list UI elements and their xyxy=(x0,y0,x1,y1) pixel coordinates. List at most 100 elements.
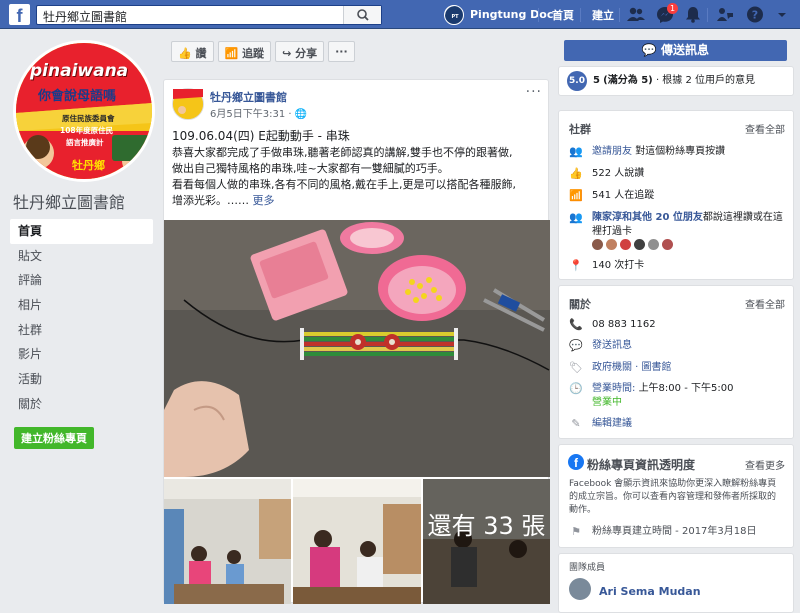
cover-text-4: 108年度原住民 xyxy=(60,126,114,135)
friend-requests-icon[interactable] xyxy=(627,6,645,23)
sidebar-item-videos[interactable]: 影片 xyxy=(10,342,153,367)
friend-avatars xyxy=(592,239,676,253)
home-link[interactable]: 首頁 xyxy=(552,7,574,23)
invite-friends-icon: 👥 xyxy=(569,145,583,158)
pencil-icon: ✎ xyxy=(571,417,581,430)
created-date: 粉絲專頁建立時間 - 2017年3月18日 xyxy=(592,526,757,537)
create-page-button[interactable]: 建立粉絲專頁 xyxy=(14,427,94,449)
cover-text-2: 你會說母語嗎 xyxy=(38,89,117,104)
profile-link[interactable]: PT Pingtung Doc xyxy=(444,4,553,25)
invite-friends-link[interactable]: 邀請朋友 xyxy=(592,146,632,157)
divider xyxy=(619,8,620,22)
team-members-card: 團隊成員 Ari Sema Mudan xyxy=(558,553,794,613)
sidebar-item-reviews[interactable]: 評論 xyxy=(10,268,153,293)
search-button[interactable] xyxy=(343,6,381,24)
beaded-bracelet-photo xyxy=(164,220,550,477)
page-title[interactable]: 牡丹鄉立圖書館 xyxy=(13,189,125,213)
hours-label[interactable]: 營業時間: xyxy=(592,383,635,394)
friends-link[interactable]: 陳家淳和其他 20 位朋友 xyxy=(592,212,703,223)
sidebar-item-posts[interactable]: 貼文 xyxy=(10,244,153,269)
hours-row: 🕒 營業時間: 上午8:00 - 下午5:00 營業中 xyxy=(569,382,733,410)
category-row: 🏷 政府機關 · 圖書館 xyxy=(569,361,672,375)
phone-number[interactable]: 08 883 1162 xyxy=(592,318,656,332)
transparency-title: 粉絲專頁資訊透明度 xyxy=(587,458,696,472)
like-label: 讚 xyxy=(195,47,207,60)
send-message-label: 傳送訊息 xyxy=(661,43,710,57)
sidebar-item-home[interactable]: 首頁 xyxy=(10,219,153,244)
account-menu-dropdown-icon[interactable] xyxy=(776,6,788,23)
tag-icon: 🏷 xyxy=(569,361,583,374)
thumbnail-photo-3[interactable]: 還有 33 張 xyxy=(423,479,550,604)
about-see-all-link[interactable]: 查看全部 xyxy=(745,296,785,311)
post-card: 牡丹鄉立圖書館 6月5日下午3:31 · 🌐 ··· 109.06.04(四) … xyxy=(163,79,550,604)
post-body: 恭喜大家都完成了手做串珠,聽著老師認真的講解,雙手也不停的跟著做, 做出自己獨特… xyxy=(172,145,542,209)
member-avatar[interactable] xyxy=(569,578,591,600)
more-photos-overlay[interactable]: 還有 33 張 xyxy=(423,479,550,604)
like-button[interactable]: 👍 讚 xyxy=(171,41,214,62)
friend-avatar[interactable] xyxy=(592,239,603,250)
thumbnail-photo-2[interactable] xyxy=(293,479,421,604)
community-card: 社群 查看全部 👥 邀請朋友 對這個粉絲專頁按讚 👍 522 人說讚 📶 541… xyxy=(558,110,794,280)
post-options-icon[interactable]: ··· xyxy=(526,84,542,100)
help-question-icon[interactable]: ? xyxy=(746,6,764,23)
post-author-avatar[interactable] xyxy=(172,88,204,120)
community-see-all-link[interactable]: 查看全部 xyxy=(745,121,785,136)
sidebar-item-community[interactable]: 社群 xyxy=(10,318,153,343)
sidebar-item-about[interactable]: 關於 xyxy=(10,392,153,417)
messenger-icon: 💬 xyxy=(641,43,662,57)
rating-source: · 根據 2 位用戶的意見 xyxy=(655,75,756,86)
search-input-value: 牡丹鄉立圖書館 xyxy=(43,10,128,24)
about-card: 關於 查看全部 📞 08 883 1162 💬 發送訊息 🏷 政府機關 · 圖書… xyxy=(558,285,794,439)
notifications-bell-icon[interactable] xyxy=(684,6,702,23)
post-photo-thumbnails: 還有 33 張 xyxy=(164,479,550,604)
send-message-button[interactable]: 💬 傳送訊息 xyxy=(564,40,787,61)
transparency-see-more-link[interactable]: 查看更多 xyxy=(745,457,785,472)
cover-text-6: 牡丹鄉 xyxy=(72,159,105,172)
create-link[interactable]: 建立 xyxy=(592,7,614,23)
post-timestamp[interactable]: 6月5日下午3:31 · 🌐 xyxy=(210,105,307,120)
more-options-button[interactable]: ··· xyxy=(328,41,355,62)
post-author-name[interactable]: 牡丹鄉立圖書館 xyxy=(210,89,287,105)
friend-avatar[interactable] xyxy=(662,239,673,250)
transparency-desc-line: 動作。 xyxy=(569,505,597,515)
help-people-icon[interactable] xyxy=(716,6,734,23)
page-profile-picture[interactable]: pinaiwana 你會說母語嗎 原住民族委員會 108年度原住民 語言推廣計 … xyxy=(13,40,155,182)
transparency-description: Facebook 會顯示資訊來協助你更深入瞭解粉絲專頁 的成立宗旨。你可以查看內… xyxy=(569,478,776,517)
sidebar-item-photos[interactable]: 相片 xyxy=(10,293,153,318)
post-body-line-last: 增添光彩。…… 更多 xyxy=(172,193,542,209)
divider xyxy=(580,8,581,22)
send-message-row: 💬 發送訊息 xyxy=(569,339,632,353)
share-icon: ↪ xyxy=(282,47,296,60)
post-body-line: 看看每個人做的串珠,各有不同的風格,戴在手上,更是可以搭配各種服飾, xyxy=(172,178,516,191)
see-more-link[interactable]: 更多 xyxy=(253,194,275,207)
share-button[interactable]: ↪ 分享 xyxy=(275,41,325,62)
sidebar-nav: 首頁 貼文 評論 相片 社群 影片 活動 關於 xyxy=(10,219,153,417)
member-name-link[interactable]: Ari Sema Mudan xyxy=(599,585,701,598)
post-time-text: 6月5日下午3:31 · xyxy=(210,109,295,120)
likes-count: 522 人說讚 xyxy=(592,168,645,179)
thumbnail-photo-1[interactable] xyxy=(164,479,291,604)
sidebar-item-events[interactable]: 活動 xyxy=(10,367,153,392)
friend-avatar[interactable] xyxy=(648,239,659,250)
svg-text:PT: PT xyxy=(451,14,459,20)
follow-icon: 📶 xyxy=(224,47,243,60)
top-navigation-bar: f 牡丹鄉立圖書館 PT Pingtung Doc 首頁 建立 1 ? xyxy=(0,0,800,29)
profile-name: Pingtung Doc xyxy=(470,8,554,21)
follow-button[interactable]: 📶 追蹤 xyxy=(217,41,272,62)
friend-avatar[interactable] xyxy=(620,239,631,250)
search-icon xyxy=(357,9,369,21)
friend-avatar[interactable] xyxy=(634,239,645,250)
search-input[interactable]: 牡丹鄉立圖書館 xyxy=(36,5,382,25)
facebook-logo-icon[interactable]: f xyxy=(9,4,30,26)
category-link[interactable]: 政府機關 · 圖書館 xyxy=(592,361,672,375)
location-pin-icon: 📍 xyxy=(569,259,583,272)
transparency-card: 粉絲專頁資訊透明度 f 查看更多 Facebook 會顯示資訊來協助你更深入瞭解… xyxy=(558,444,794,548)
divider xyxy=(538,8,539,22)
suggest-edit-link[interactable]: 編輯建議 xyxy=(592,417,632,431)
globe-icon: 🌐 xyxy=(294,109,308,120)
page-action-bar: 👍 讚 📶 追蹤 ↪ 分享 ··· xyxy=(171,41,359,62)
team-members-title: 團隊成員 xyxy=(569,563,606,573)
post-main-photo[interactable] xyxy=(164,220,550,477)
friend-avatar[interactable] xyxy=(606,239,617,250)
send-message-link[interactable]: 發送訊息 xyxy=(592,339,632,353)
